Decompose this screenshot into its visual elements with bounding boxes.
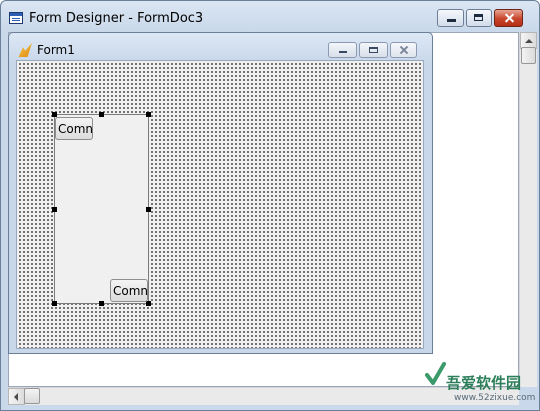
form-designer-window: Form Designer - FormDoc3 Form1 Comn Comn…	[0, 0, 540, 411]
resize-handle-bottom-right[interactable]	[146, 301, 151, 306]
form-design-canvas[interactable]: Comn Comn	[16, 60, 424, 349]
vertical-scrollbar[interactable]	[519, 32, 537, 387]
watermark-name: 吾爱软件园	[446, 374, 522, 392]
form1-window[interactable]: Form1 Comn Comn	[8, 32, 433, 354]
close-button[interactable]	[494, 9, 523, 27]
resize-handle-right[interactable]	[146, 207, 151, 212]
maximize-button[interactable]	[466, 9, 492, 27]
resize-handle-bottom-left[interactable]	[52, 301, 57, 306]
watermark-logo-icon	[425, 362, 446, 385]
resize-handle-bottom[interactable]	[99, 301, 104, 306]
form-designer-icon	[9, 12, 23, 24]
resize-handle-left[interactable]	[52, 207, 57, 212]
window-title-bar[interactable]: Form Designer - FormDoc3	[9, 8, 203, 28]
watermark-url: www.52zixue.com	[454, 393, 536, 403]
site-watermark: 吾爱软件园 www.52zixue.com	[420, 357, 538, 407]
minimize-button[interactable]	[437, 9, 464, 27]
vertical-scroll-thumb[interactable]	[521, 47, 536, 64]
resize-handle-top-right[interactable]	[146, 112, 151, 117]
command-button-2[interactable]: Comn	[110, 279, 148, 302]
form1-minimize-button[interactable]	[328, 42, 357, 58]
window-controls	[437, 9, 523, 27]
form-icon	[18, 43, 32, 57]
form1-maximize-button[interactable]	[359, 42, 388, 58]
window-title: Form Designer - FormDoc3	[29, 10, 204, 26]
horizontal-scroll-thumb[interactable]	[24, 388, 40, 404]
command-button-1[interactable]: Comn	[55, 117, 93, 140]
selected-container-frame[interactable]	[54, 114, 149, 304]
form1-close-button[interactable]	[390, 42, 417, 58]
form1-title: Form1	[37, 43, 75, 57]
resize-handle-top[interactable]	[99, 112, 104, 117]
form1-window-controls	[328, 42, 417, 58]
form1-title-bar[interactable]: Form1	[17, 41, 75, 59]
scroll-left-button[interactable]	[8, 388, 25, 405]
